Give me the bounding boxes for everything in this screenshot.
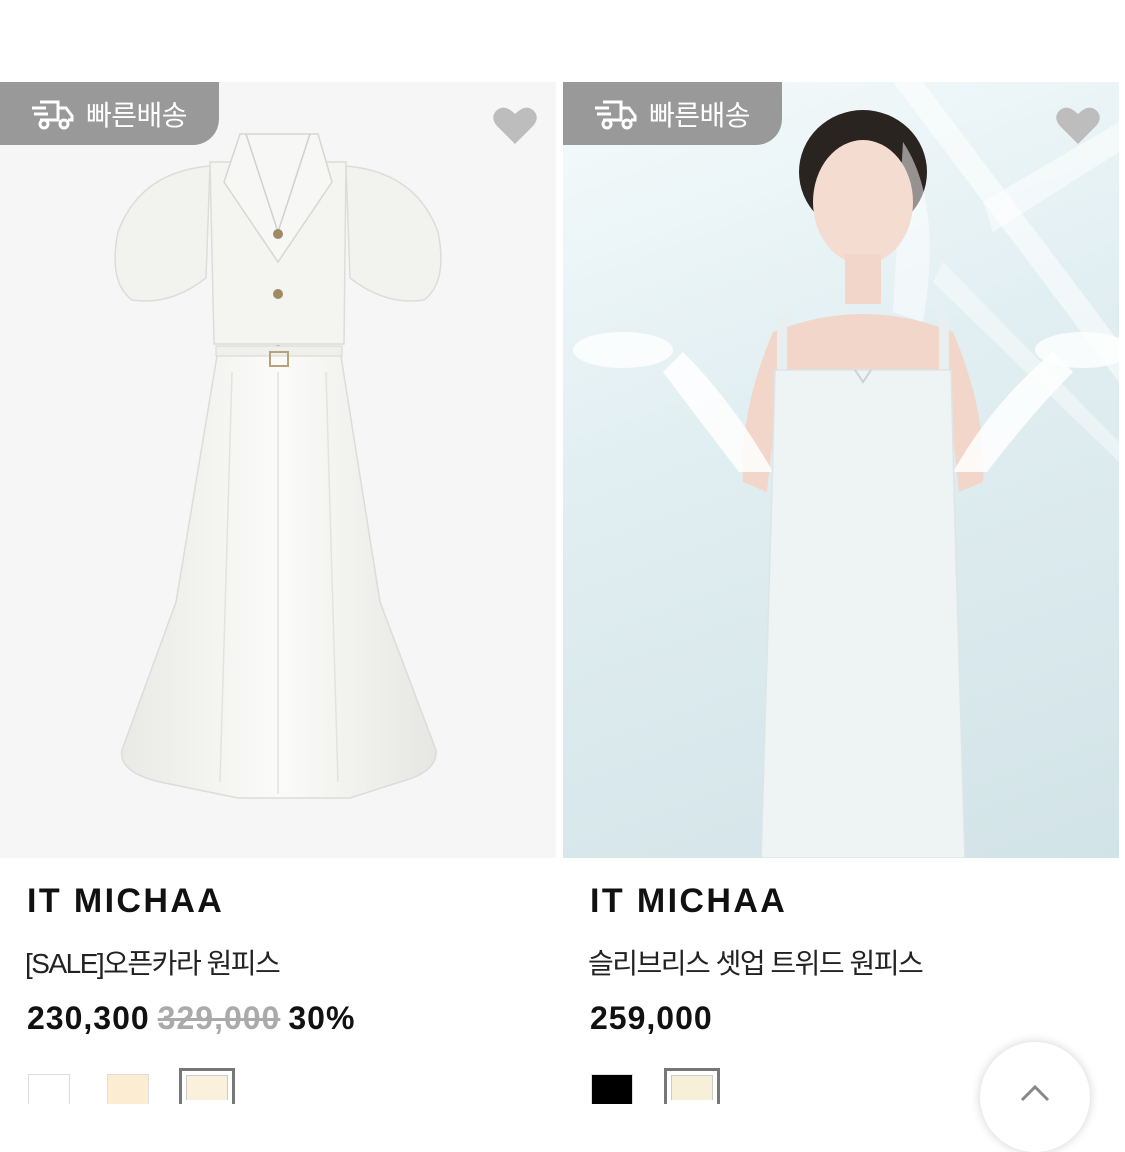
dress-illustration — [114, 133, 442, 799]
model-photo-illustration — [573, 82, 1119, 858]
color-swatch-selected[interactable] — [664, 1068, 720, 1104]
sale-price: 230,300 — [27, 1000, 150, 1036]
truck-icon — [32, 100, 74, 129]
fast-delivery-badge: 빠른배송 — [0, 82, 219, 145]
fast-delivery-badge: 빠른배송 — [563, 82, 782, 145]
color-swatch-selected[interactable] — [179, 1068, 235, 1104]
product-card[interactable]: 빠른배송 IT MICHAA 슬리브리스 셋업 트위드 원피스 259,000 — [563, 82, 1119, 1104]
sale-price: 259,000 — [590, 1000, 713, 1036]
scroll-to-top-button[interactable] — [980, 1042, 1090, 1152]
color-swatch[interactable] — [107, 1074, 149, 1104]
product-card[interactable]: 빠른배송 IT MICHAA [SALE]오픈카라 원피스 230,300 329… — [0, 82, 556, 1104]
chevron-up-icon — [1020, 1084, 1050, 1102]
badge-label: 빠른배송 — [649, 99, 751, 131]
product-brand[interactable]: IT MICHAA — [27, 882, 224, 921]
product-brand[interactable]: IT MICHAA — [590, 882, 787, 921]
original-price: 329,000 — [157, 1000, 281, 1036]
badge-label: 빠른배송 — [86, 99, 188, 131]
color-swatch[interactable] — [28, 1074, 70, 1104]
heart-icon[interactable] — [1055, 104, 1101, 146]
truck-icon — [595, 100, 637, 129]
product-grid: 빠른배송 IT MICHAA [SALE]오픈카라 원피스 230,300 329… — [0, 82, 1125, 1104]
color-swatch[interactable] — [591, 1074, 633, 1104]
product-name[interactable]: [SALE]오픈카라 원피스 — [25, 942, 281, 982]
price-row: 259,000 — [590, 1000, 713, 1037]
price-row: 230,300 329,000 30% — [27, 1000, 355, 1037]
product-image[interactable]: 빠른배송 — [563, 82, 1119, 858]
discount-rate: 30% — [288, 1000, 356, 1036]
heart-icon[interactable] — [492, 104, 538, 146]
product-name[interactable]: 슬리브리스 셋업 트위드 원피스 — [588, 942, 924, 982]
product-image[interactable]: 빠른배송 — [0, 82, 556, 858]
